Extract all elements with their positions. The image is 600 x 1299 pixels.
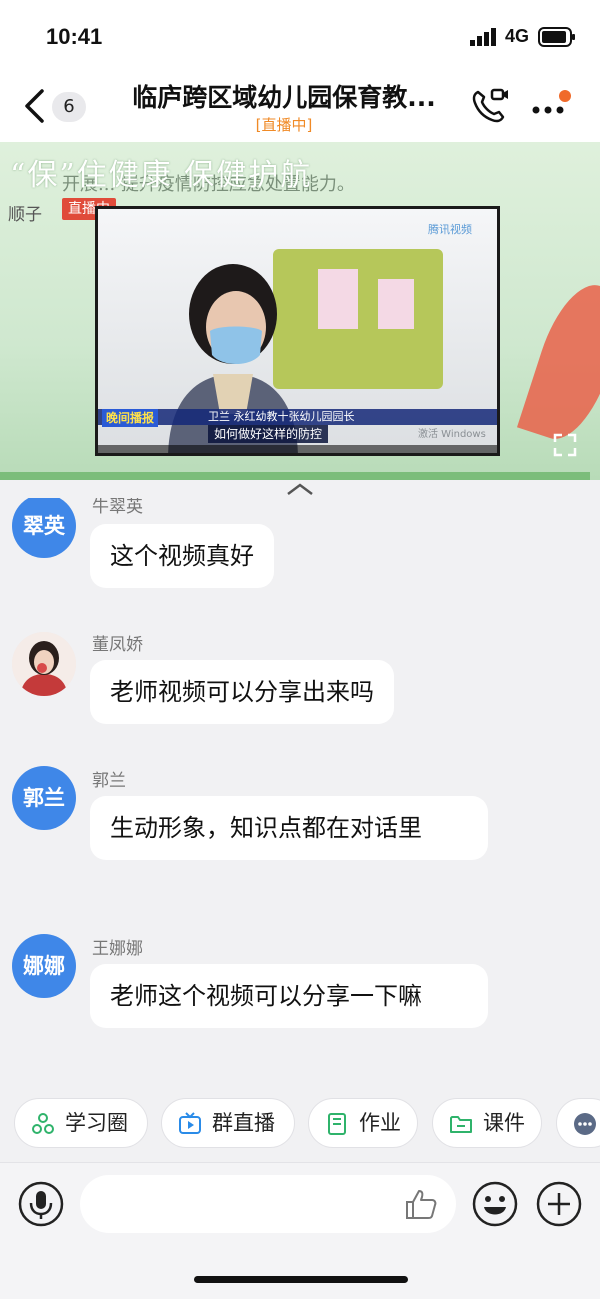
- more-icon: [574, 1113, 596, 1135]
- homework-label: 作业: [359, 1111, 401, 1135]
- signal-icon: [470, 28, 496, 46]
- courseware-icon: [450, 1116, 472, 1133]
- live-stream-panel[interactable]: 开展... 提升疫情防控应急处置能力。 “保”住健康 保健护航 顺子 直播中 腾…: [0, 142, 600, 480]
- decoration-grass: [0, 472, 590, 480]
- sender-name: 董凤娇: [92, 635, 143, 655]
- avatar[interactable]: 娜娜: [12, 934, 76, 998]
- channel-logo: 腾讯视频: [428, 223, 472, 236]
- study-circle-button[interactable]: 学习圈: [14, 1098, 148, 1148]
- fullscreen-icon[interactable]: [552, 432, 578, 458]
- voice-input-icon[interactable]: [18, 1181, 64, 1227]
- thumbs-up-icon[interactable]: [404, 1187, 438, 1221]
- chat-message-list[interactable]: 翠英 牛翠英 这个视频真好 董凤娇 老师视频可以分享出来吗 郭兰 郭兰 生动形象…: [0, 498, 600, 1088]
- message-bubble[interactable]: 老师视频可以分享出来吗: [90, 660, 394, 724]
- chat-header: 6 临庐跨区域幼儿园保育教... [直播中]: [0, 70, 600, 142]
- video-wall-paper: [378, 279, 414, 329]
- video-call-icon[interactable]: [470, 86, 510, 124]
- unread-badge[interactable]: 6: [52, 92, 86, 122]
- video-wall-paper: [318, 269, 358, 329]
- more-options-icon[interactable]: [530, 90, 576, 120]
- home-indicator[interactable]: [194, 1276, 408, 1283]
- group-live-button[interactable]: 群直播: [161, 1098, 295, 1148]
- group-live-icon: [179, 1112, 201, 1134]
- homework-icon: [328, 1113, 346, 1135]
- avatar[interactable]: 郭兰: [12, 766, 76, 830]
- collapse-chevron-icon[interactable]: [284, 480, 316, 498]
- sender-name: 王娜娜: [92, 939, 143, 959]
- avatar[interactable]: 翠英: [12, 498, 76, 558]
- video-frame[interactable]: 腾讯视频 卫兰 永红幼教十张幼儿园园长 晚间播报 如何做好这样的防控 激活 Wi…: [95, 206, 500, 456]
- courseware-label: 课件: [483, 1111, 525, 1135]
- decoration-leaf: [516, 275, 600, 449]
- host-name: 顺子: [8, 205, 42, 225]
- message-bubble[interactable]: 这个视频真好: [90, 524, 274, 588]
- video-control-bar[interactable]: [98, 445, 497, 453]
- courseware-button[interactable]: 课件: [432, 1098, 542, 1148]
- network-type: 4G: [505, 26, 530, 46]
- emoji-icon[interactable]: [472, 1181, 518, 1227]
- add-attachment-icon[interactable]: [536, 1181, 582, 1227]
- message-bubble[interactable]: 生动形象，知识点都在对话里: [90, 796, 488, 860]
- status-time: 10:41: [46, 24, 103, 49]
- live-status-label[interactable]: [直播中]: [112, 114, 456, 135]
- group-live-label: 群直播: [212, 1111, 275, 1135]
- quick-action-bar: 学习圈 群直播 作业 课件: [0, 1098, 600, 1156]
- battery-icon: [538, 27, 575, 47]
- slide-banner: “保”住健康 保健护航: [10, 158, 313, 193]
- message-text-field[interactable]: [80, 1175, 456, 1233]
- study-circle-icon: [32, 1113, 54, 1134]
- group-title: 临庐跨区域幼儿园保育教...: [132, 83, 436, 112]
- status-bar: 10:41 4G: [0, 0, 600, 70]
- avatar[interactable]: [12, 632, 76, 696]
- message-bubble[interactable]: 老师这个视频可以分享一下嘛: [90, 964, 488, 1028]
- study-circle-label: 学习圈: [65, 1111, 128, 1135]
- video-program-tag: 晚间播报: [102, 409, 159, 427]
- sender-name: 郭兰: [92, 771, 126, 791]
- more-actions-button[interactable]: [556, 1098, 600, 1148]
- back-arrow-icon[interactable]: [22, 88, 48, 124]
- homework-button[interactable]: 作业: [308, 1098, 418, 1148]
- windows-watermark: 激活 Windows: [418, 429, 486, 440]
- sender-name: 牛翠英: [92, 498, 143, 517]
- video-caption-title: 如何做好这样的防控: [208, 425, 329, 443]
